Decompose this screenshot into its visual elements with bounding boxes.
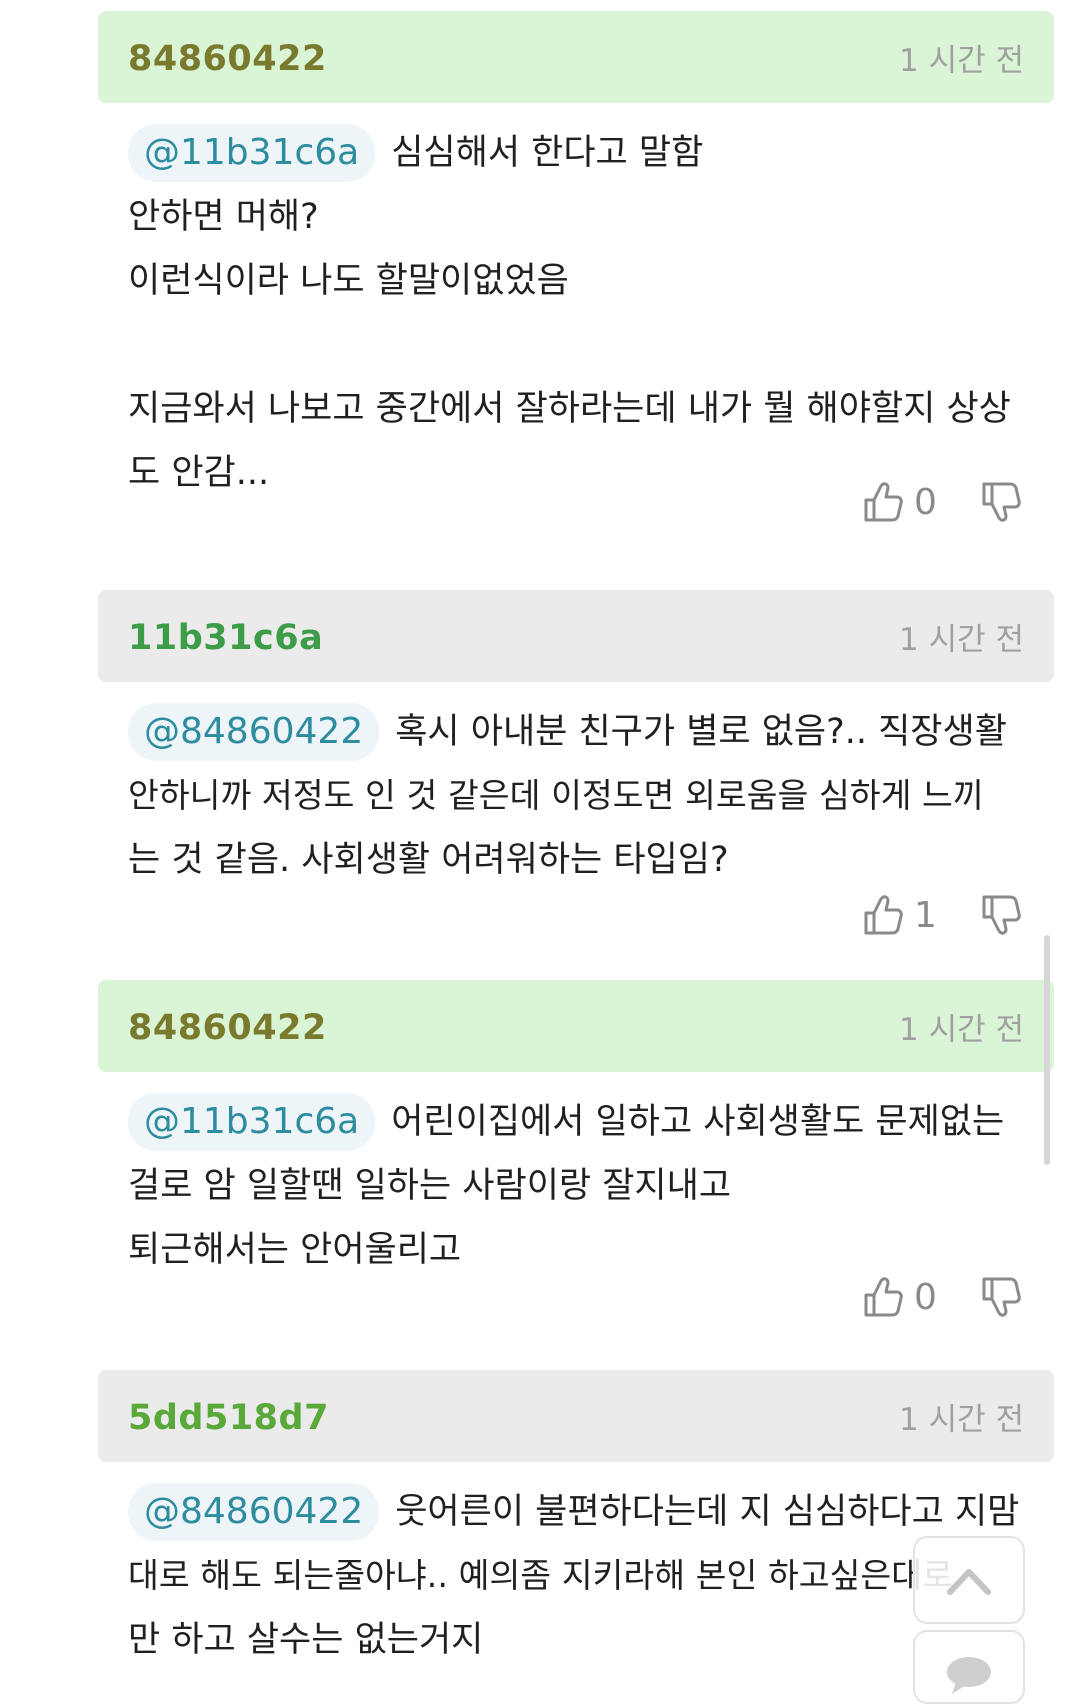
comment-button[interactable] [913,1630,1025,1704]
comment-line: 이런식이라 나도 할말이없었음 [128,261,569,301]
like-count: 0 [914,481,937,523]
comment-line: 걸로 암 일할땐 일하는 사람이랑 잘지내고 [128,1166,732,1206]
comment-author[interactable]: 84860422 [128,1008,327,1048]
comment-time: 1 시간 전 [899,1012,1024,1048]
comment-line: 혹시 아내분 친구가 별로 없음?.. 직장생활 [395,712,1007,752]
comment-line: 심심해서 한다고 말함 [391,133,704,173]
like-button[interactable]: 1 [862,893,944,937]
comment-time: 1 시간 전 [899,1402,1024,1438]
comment-time: 1 시간 전 [899,622,1024,658]
vote-bar: 1 [862,890,1024,940]
like-count: 0 [914,1276,937,1318]
mention-tag[interactable]: @84860422 [128,703,380,761]
scrollbar[interactable] [1044,935,1050,1165]
comment-line: 어린이집에서 일하고 사회생활도 문제없는 [391,1102,1005,1142]
like-count: 1 [914,894,937,936]
comment-body: @11b31c6a 어린이집에서 일하고 사회생활도 문제없는 걸로 암 일할땐 … [128,1090,1054,1282]
comment-header: 84860422 1 시간 전 [98,980,1054,1072]
comment-header: 84860422 1 시간 전 [98,11,1054,103]
comment-author[interactable]: 11b31c6a [128,618,323,658]
like-button[interactable]: 0 [862,480,944,524]
comment-time: 1 시간 전 [899,43,1024,79]
dislike-button[interactable] [980,893,1024,937]
like-button[interactable]: 0 [862,1275,944,1319]
comment-line-blank [128,313,1054,377]
comment-line: 는 것 같음. 사회생활 어려워하는 타입임? [128,840,729,880]
mention-tag[interactable]: @11b31c6a [128,1093,376,1151]
comment-author[interactable]: 84860422 [128,39,327,79]
mention-tag[interactable]: @84860422 [128,1483,380,1541]
thumbs-up-icon [864,482,903,522]
vote-bar: 0 [862,1272,1024,1322]
thumbs-up-icon [864,895,903,935]
comment-header: 5dd518d7 1 시간 전 [98,1370,1054,1462]
comment-line: 웃어른이 불편하다는데 지 심심하다고 지맘 [395,1492,1020,1532]
chat-bubble-icon [947,1657,991,1694]
dislike-button[interactable] [980,1275,1024,1319]
comment-header: 11b31c6a 1 시간 전 [98,590,1054,682]
thumbs-up-icon [864,1277,903,1317]
comment-line: 지금와서 나보고 중간에서 잘하라는데 내가 뭘 해야할지 상상 [128,389,1011,429]
mention-tag[interactable]: @11b31c6a [128,124,376,182]
comment-line: 안하니까 저정도 인 것 같은데 이정도면 외로움을 심하게 느끼 [128,776,984,815]
scroll-top-button[interactable] [913,1536,1025,1624]
vote-bar: 0 [862,477,1024,527]
comment-body: @11b31c6a 심심해서 한다고 말함 안하면 머해? 이런식이라 나도 할말… [128,121,1054,505]
comment-line: 안하면 머해? [128,197,319,237]
thumbs-down-icon [982,482,1021,522]
comment-body: @84860422 혹시 아내분 친구가 별로 없음?.. 직장생활 안하니까 저… [128,700,1054,892]
thumbs-down-icon [982,1277,1021,1317]
chevron-up-icon [947,1569,991,1595]
thumbs-down-icon [982,895,1021,935]
dislike-button[interactable] [980,480,1024,524]
comment-author[interactable]: 5dd518d7 [128,1398,329,1438]
